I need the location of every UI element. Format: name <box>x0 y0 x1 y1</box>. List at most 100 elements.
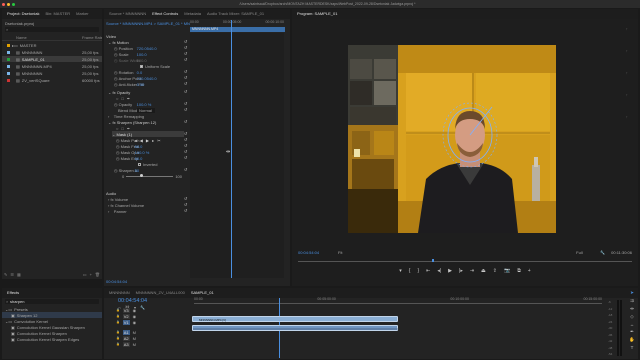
mask-track-controls[interactable]: ◂ ◀ ▶ ▸ ✂ <box>135 138 162 143</box>
lock-icon[interactable]: 🔒 <box>116 342 120 346</box>
reset-parameter-icon[interactable]: ↺ <box>184 75 187 80</box>
pen-mask-icon[interactable]: ✒ <box>127 96 130 101</box>
stopwatch-icon[interactable]: ◷ <box>116 150 120 155</box>
reset-parameter-icon[interactable]: ↺ <box>184 149 187 154</box>
label-color-swatch[interactable] <box>7 43 10 47</box>
label-color-swatch[interactable] <box>7 57 10 61</box>
add-button-icon[interactable]: + <box>528 268 531 276</box>
tab-audio-mixer[interactable]: Audio Track Mixer: SAMPLE_01 <box>204 9 267 19</box>
reset-parameter-icon[interactable]: ↺ <box>184 131 187 136</box>
tab-project[interactable]: Project: Dsetoniak <box>4 9 42 19</box>
stopwatch-icon[interactable]: ◷ <box>116 144 120 149</box>
eye-icon[interactable]: ◉ <box>133 320 137 325</box>
fx-icon[interactable]: fx <box>110 203 113 208</box>
stopwatch-icon[interactable]: ◷ <box>114 52 118 57</box>
program-scrubber[interactable] <box>298 259 632 262</box>
blend-mode-select[interactable]: Normal <box>137 107 155 113</box>
mute-icon[interactable]: M <box>133 342 136 347</box>
ellipse-mask-icon[interactable]: ○ <box>116 126 118 131</box>
reset-parameter-icon[interactable]: ↺ <box>184 202 187 207</box>
track-label[interactable]: V3 <box>122 307 130 313</box>
reset-parameter-icon[interactable]: ↺ <box>184 208 187 213</box>
ellipse-mask-icon[interactable]: ○ <box>116 96 118 101</box>
ec-timecode[interactable]: 00:04:54:04 <box>106 279 127 284</box>
track-header[interactable]: 🔒 V1 ◉ <box>116 319 192 325</box>
lock-icon[interactable]: 🔒 <box>116 330 120 334</box>
stopwatch-icon[interactable]: ◷ <box>114 82 118 87</box>
pencil-icon[interactable]: ✎ <box>4 272 7 277</box>
track-label[interactable]: A3 <box>122 341 130 347</box>
stopwatch-icon[interactable]: ◷ <box>114 168 118 173</box>
project-item[interactable]: ▸▭ MASTER <box>2 42 102 48</box>
stopwatch-icon[interactable]: ◷ <box>114 102 118 107</box>
reset-parameter-icon[interactable]: ↺ <box>184 107 187 112</box>
close-window-button[interactable] <box>2 2 5 6</box>
mark-out-icon[interactable]: } <box>417 268 419 276</box>
eye-icon[interactable]: ◉ <box>133 308 137 313</box>
chevron-right-icon[interactable]: › <box>108 197 109 202</box>
project-item[interactable]: ▤ ZV_vertSQuare 60000 fps <box>2 77 102 83</box>
reset-parameter-icon[interactable]: ↺ <box>184 137 187 142</box>
reset-parameter-icon[interactable]: ↺ <box>184 39 187 44</box>
chevron-right-icon[interactable]: › <box>108 203 109 208</box>
fx-icon[interactable]: fx <box>112 40 115 45</box>
tab-program[interactable]: Program: SAMPLE_01 <box>294 9 340 19</box>
mute-icon[interactable]: M <box>133 330 136 335</box>
ec-rotation-value[interactable]: 0.0 <box>137 70 143 75</box>
timeline-timecode[interactable]: 00:04:54:04 <box>118 298 147 304</box>
track-label[interactable]: A2 <box>122 335 130 341</box>
effects-search-input[interactable]: ⌕ sharpen <box>5 299 99 304</box>
chevron-down-icon[interactable]: ⌄ <box>112 132 115 137</box>
chevron-down-icon[interactable]: ⌄ <box>108 90 111 95</box>
step-back-icon[interactable]: ◂| <box>437 268 441 276</box>
ec-scale-value[interactable]: 100.0 <box>137 52 147 57</box>
pen-mask-icon[interactable]: ✒ <box>127 126 130 131</box>
reset-parameter-icon[interactable]: ↺ <box>184 45 187 50</box>
project-item[interactable]: ▤ MNNNNNN 25,00 fps <box>2 70 102 76</box>
project-search-input[interactable]: ⌕ <box>5 27 99 32</box>
uniform-scale-checkbox[interactable] <box>140 64 143 68</box>
lock-icon[interactable]: 🔒 <box>116 336 120 340</box>
column-name-header[interactable]: Name <box>16 35 82 40</box>
settings-wrench-icon[interactable]: 🔧 <box>600 250 605 255</box>
reset-parameter-icon[interactable]: ↺ <box>184 155 187 160</box>
stopwatch-icon[interactable]: ◷ <box>116 138 120 143</box>
ec-mask-opacity-value[interactable]: 100.0 % <box>135 150 150 155</box>
mark-in-icon[interactable]: { <box>409 268 411 276</box>
track-select-tool-icon[interactable]: ⇉ <box>630 298 634 304</box>
ec-position-y[interactable]: 540.0 <box>147 46 157 51</box>
tab-effect-controls[interactable]: Effect Controls <box>149 9 181 19</box>
export-frame-icon[interactable]: 📷 <box>504 268 510 276</box>
reset-parameter-icon[interactable]: ↺ <box>184 167 187 172</box>
audio-clip[interactable] <box>192 325 399 331</box>
ec-mask-feather-value[interactable]: 50.0 <box>135 144 143 149</box>
tab-source[interactable]: Source * MNNNNNN <box>106 9 149 19</box>
razor-tool-icon[interactable]: ◇ <box>630 314 633 320</box>
pen-tool-icon[interactable]: ✒ <box>630 329 634 335</box>
tab-effects[interactable]: Effects <box>4 288 22 298</box>
ec-clip-bar[interactable]: MNNNNNN.MP4 <box>190 27 285 32</box>
chevron-right-icon[interactable]: › <box>108 209 109 214</box>
project-item[interactable]: ▤ MNNNNNN 25,00 fps <box>2 49 102 55</box>
rectangle-mask-icon[interactable]: □ <box>121 96 123 101</box>
ec-ruler[interactable]: 00:00 00:00:05:00 00:00:10:00 <box>190 20 284 25</box>
track-label[interactable]: V2 <box>122 313 130 319</box>
track-header[interactable]: 🔒 A3 M <box>116 341 192 347</box>
slip-tool-icon[interactable]: ↔ <box>630 322 635 327</box>
go-to-out-icon[interactable]: ⇥ <box>470 268 474 276</box>
lock-icon[interactable]: 🔒 <box>116 314 120 318</box>
project-item[interactable]: ▤ MNNNNNN.MP4 25,00 fps <box>2 63 102 69</box>
reset-parameter-icon[interactable]: ↺ <box>184 81 187 86</box>
chevron-down-icon[interactable]: ⌄ <box>108 40 111 45</box>
reset-parameter-icon[interactable]: ↺ <box>184 51 187 56</box>
reset-parameter-icon[interactable]: ↺ <box>184 57 187 62</box>
fx-icon[interactable]: fx <box>112 90 115 95</box>
ec-anti-flicker-value[interactable]: 0.00 <box>137 82 145 87</box>
effects-tree-item[interactable]: ▣ Convolution Kernel Sharpen Edges <box>2 336 102 342</box>
step-forward-icon[interactable]: |▸ <box>459 268 463 276</box>
stopwatch-icon[interactable]: ◷ <box>116 156 120 161</box>
track-label[interactable]: V1 <box>122 319 130 325</box>
label-color-swatch[interactable] <box>7 78 10 82</box>
ec-playhead[interactable] <box>231 20 232 278</box>
trash-icon[interactable]: 🗑 <box>95 272 100 277</box>
